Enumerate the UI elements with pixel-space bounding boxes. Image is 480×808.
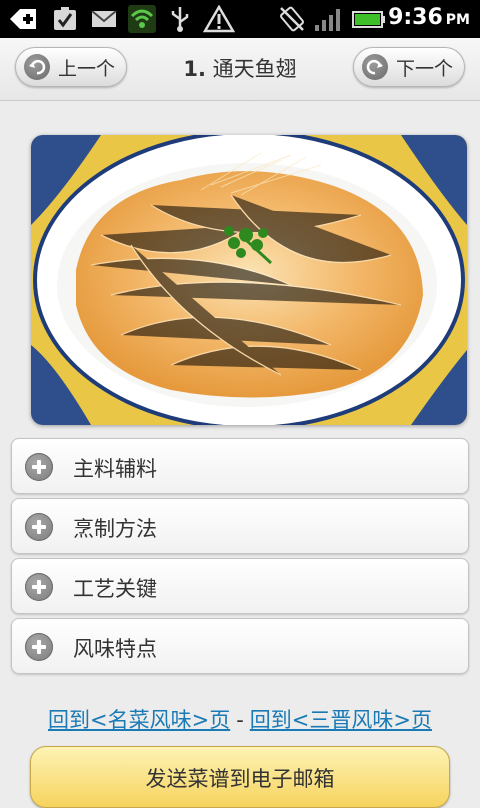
- section-label: 主料辅料: [73, 457, 157, 481]
- back-arrow-icon: [24, 54, 50, 80]
- section-ingredients[interactable]: 主料辅料: [11, 438, 469, 494]
- wifi-icon: [128, 5, 156, 33]
- battery-icon: [352, 11, 385, 28]
- section-flavor[interactable]: 风味特点: [11, 618, 469, 674]
- next-button-label: 下一个: [396, 57, 454, 80]
- signal-icon: [315, 9, 340, 31]
- section-label: 工艺关键: [73, 577, 157, 601]
- expand-plus-icon: [25, 513, 53, 541]
- link-separator: -: [236, 708, 244, 732]
- next-button[interactable]: 下一个: [353, 47, 465, 87]
- section-key-techniques[interactable]: 工艺关键: [11, 558, 469, 614]
- back-to-famous-dishes-link[interactable]: 回到<名菜风味>页: [48, 708, 230, 732]
- back-links: 回到<名菜风味>页 - 回到<三晋风味>页: [0, 704, 480, 734]
- dish-photo: [31, 135, 467, 425]
- expand-plus-icon: [25, 453, 53, 481]
- section-label: 烹制方法: [73, 517, 157, 541]
- prev-button-label: 上一个: [58, 57, 116, 80]
- page-title: 1. 通天鱼翅: [183, 57, 297, 81]
- section-label: 风味特点: [73, 637, 157, 661]
- checkbox-icon: [54, 7, 76, 30]
- usb-icon: [171, 7, 189, 32]
- send-recipe-email-button[interactable]: 发送菜谱到电子邮箱: [30, 746, 450, 808]
- add-icon: [10, 9, 36, 29]
- rotation-lock-icon: [280, 6, 304, 32]
- warning-icon: [203, 5, 235, 33]
- expand-plus-icon: [25, 573, 53, 601]
- clock: 9:36 PM: [388, 5, 470, 30]
- forward-arrow-icon: [362, 54, 388, 80]
- status-bar: 9:36 PM: [0, 0, 480, 38]
- section-cooking-method[interactable]: 烹制方法: [11, 498, 469, 554]
- expand-plus-icon: [25, 633, 53, 661]
- recipe-sections: 主料辅料 烹制方法 工艺关键 风味特点: [11, 438, 469, 678]
- mail-icon: [91, 10, 117, 27]
- header-bar: 上一个 1. 通天鱼翅 下一个: [0, 38, 480, 101]
- prev-button[interactable]: 上一个: [15, 47, 127, 87]
- back-to-sanjin-link[interactable]: 回到<三晋风味>页: [250, 708, 432, 732]
